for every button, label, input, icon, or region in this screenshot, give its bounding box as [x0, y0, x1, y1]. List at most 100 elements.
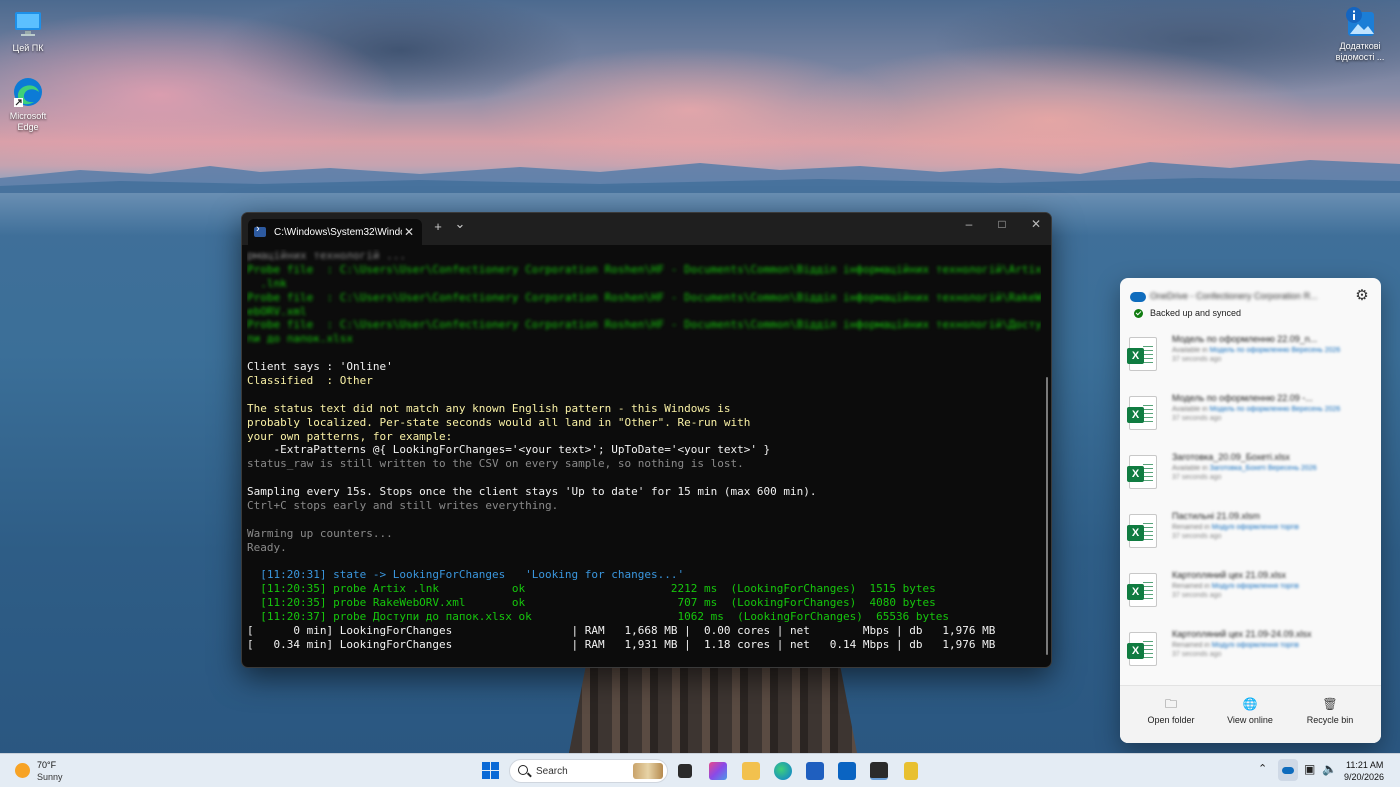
file-action-text: Available in	[1172, 347, 1208, 354]
file-location: Available in Заготовка_Бохеті Вересень 2…	[1172, 465, 1342, 472]
search-icon	[518, 765, 528, 775]
view-online-label: View online	[1227, 715, 1273, 725]
synced-check-icon	[1134, 309, 1143, 318]
onedrive-file-item[interactable]: X Пастильні 21.09.xlsm Renamed in Модулі о…	[1120, 507, 1381, 566]
clock-date[interactable]: 9/20/2026	[1344, 772, 1384, 782]
terminal-titlebar[interactable]: C:\Windows\System32\Windo ✕ + ⌄ – □ ✕	[242, 213, 1051, 245]
terminal-line: [ 0.34 min] LookingForChanges | RAM 1,93…	[247, 637, 996, 651]
file-action-text: Renamed in	[1172, 524, 1210, 531]
terminal-line: рмаційних технологій ...	[247, 249, 406, 262]
onedrive-file-item[interactable]: X Картопляний цех 21.09-24.09.xlsx Renamed…	[1120, 625, 1381, 682]
terminal-line: Warming up counters...	[247, 526, 393, 540]
edge-taskbar-icon[interactable]	[774, 762, 792, 780]
start-button[interactable]	[482, 762, 500, 780]
chevron-up-icon[interactable]: ⌃	[1258, 762, 1267, 775]
terminal-line: .lnk	[247, 276, 287, 290]
terminal-scrollbar[interactable]	[1046, 377, 1048, 655]
onedrive-tray-icon[interactable]	[1278, 759, 1298, 781]
terminal-line: ebORV.xml	[247, 304, 307, 318]
new-tab-button[interactable]: +	[428, 219, 448, 234]
desktop-icon-label: Цей ПК	[12, 43, 44, 53]
file-explorer-icon[interactable]	[742, 762, 760, 780]
maximize-button[interactable]: □	[987, 217, 1017, 231]
onedrive-footer: 🗀 Open folder 🌐 View online 🗑 Recycle bi…	[1120, 685, 1381, 743]
onedrive-file-item[interactable]: X Заготовка_20.09_Бохеті.xlsx Available in…	[1120, 448, 1381, 507]
monitor-icon	[12, 8, 44, 40]
info-icon	[1344, 6, 1376, 38]
onedrive-cloud-icon	[1130, 292, 1146, 302]
taskbar-search[interactable]: Search	[509, 759, 668, 783]
terminal-line: probably localized. Per-state seconds wo…	[247, 415, 751, 429]
file-name: Картопляний цех 21.09-24.09.xlsx	[1172, 629, 1312, 639]
excel-file-icon: X	[1127, 455, 1157, 489]
open-folder-button[interactable]: 🗀 Open folder	[1131, 696, 1211, 725]
desktop-icon-info[interactable]: Додаткові відомості ...	[1332, 6, 1388, 63]
excel-file-icon: X	[1127, 337, 1157, 371]
onedrive-file-item[interactable]: X Модель по оформленню 22.09 -... Availabl…	[1120, 389, 1381, 448]
view-online-button[interactable]: 🌐 View online	[1210, 696, 1290, 725]
volume-icon[interactable]: 🔈	[1322, 762, 1337, 776]
onedrive-flyout: OneDrive - Confectionery Corporation R..…	[1120, 278, 1381, 743]
desktop-icon-this-pc[interactable]: Цей ПК	[0, 8, 56, 54]
file-timestamp: 37 seconds ago	[1172, 415, 1222, 422]
settings-gear-icon[interactable]: ⚙	[1353, 287, 1371, 305]
open-folder-label: Open folder	[1147, 715, 1195, 725]
excel-file-icon: X	[1127, 396, 1157, 430]
terminal-output[interactable]: рмаційних технологій ... Probe file : C:\…	[247, 249, 1041, 663]
file-folder-link[interactable]: Модулі оформлення торгів	[1212, 583, 1299, 590]
tab-dropdown-button[interactable]: ⌄	[450, 216, 470, 232]
lock-app-icon[interactable]	[904, 762, 918, 780]
microsoft-store-icon[interactable]	[806, 762, 824, 780]
task-view-icon[interactable]	[678, 764, 692, 778]
terminal-taskbar-icon[interactable]	[870, 762, 888, 780]
close-window-button[interactable]: ✕	[1021, 217, 1051, 231]
close-tab-icon[interactable]: ✕	[402, 225, 416, 239]
file-folder-link[interactable]: Модель по оформленню Вересень 2026	[1210, 406, 1341, 413]
terminal-line: The status text did not match any known …	[247, 401, 731, 415]
file-location: Renamed in Модулі оформлення торгів	[1172, 583, 1342, 590]
folder-icon: 🗀	[1164, 697, 1177, 711]
file-name: Модель по оформленню 22.09 -...	[1172, 393, 1313, 403]
globe-icon: 🌐	[1242, 697, 1258, 711]
weather-temperature[interactable]: 70°F	[37, 760, 56, 770]
file-name: Картопляний цех 21.09.xlsx	[1172, 570, 1286, 580]
clock-time[interactable]: 11:21 AM	[1346, 760, 1383, 770]
file-folder-link[interactable]: Модулі оформлення торгів	[1212, 642, 1299, 649]
terminal-line: пи до папок.xlsx	[247, 332, 353, 346]
file-location: Available in Модель по оформленню Вересе…	[1172, 406, 1342, 413]
terminal-line: Ready.	[247, 540, 287, 554]
powershell-icon	[254, 223, 266, 237]
taskbar: 70°F Sunny Search ⌃ ▣ 🔈 11:21 AM 9/20/20…	[0, 753, 1400, 787]
file-timestamp: 37 seconds ago	[1172, 592, 1222, 599]
terminal-line: [11:20:35] probe RakeWebORV.xml ok 707 m…	[247, 596, 936, 610]
onedrive-file-item[interactable]: X Картопляний цех 21.09.xlsx Renamed in Мо…	[1120, 566, 1381, 625]
terminal-tab-title: C:\Windows\System32\Windo	[274, 226, 402, 238]
network-icon[interactable]: ▣	[1304, 762, 1315, 776]
outlook-icon[interactable]	[838, 762, 856, 780]
sun-icon[interactable]	[15, 763, 30, 778]
terminal-line: [11:20:35] probe Artix .lnk ok 2212 ms (…	[247, 582, 936, 596]
terminal-line: [11:20:31] state -> LookingForChanges 'L…	[247, 568, 685, 582]
file-folder-link[interactable]: Заготовка_Бохеті Вересень 2026	[1210, 465, 1317, 472]
terminal-tab[interactable]: C:\Windows\System32\Windo ✕	[248, 219, 422, 245]
desktop-icon-edge[interactable]: Microsoft Edge	[0, 76, 56, 133]
sync-status: Backed up and synced	[1150, 308, 1242, 318]
terminal-window[interactable]: C:\Windows\System32\Windo ✕ + ⌄ – □ ✕ рм…	[241, 212, 1052, 668]
file-folder-link[interactable]: Модель по оформленню Вересень 2026	[1210, 347, 1341, 354]
recycle-bin-button[interactable]: 🗑 Recycle bin	[1290, 696, 1370, 725]
weather-condition[interactable]: Sunny	[37, 772, 63, 782]
desktop-icon-label: Додаткові відомості ...	[1335, 41, 1385, 62]
search-placeholder: Search	[536, 766, 568, 777]
minimize-button[interactable]: –	[954, 217, 984, 231]
terminal-line: Client says : 'Online'	[247, 360, 393, 374]
store-app-icon[interactable]	[709, 762, 727, 780]
onedrive-activity-list[interactable]: X Модель по оформленню 22.09_n... Availabl…	[1120, 330, 1381, 682]
file-action-text: Available in	[1172, 406, 1208, 413]
file-folder-link[interactable]: Модулі оформлення торгів	[1212, 524, 1299, 531]
file-action-text: Renamed in	[1172, 642, 1210, 649]
terminal-line: -ExtraPatterns @{ LookingForChanges='<yo…	[247, 443, 771, 457]
onedrive-file-item[interactable]: X Модель по оформленню 22.09_n... Availabl…	[1120, 330, 1381, 389]
file-timestamp: 37 seconds ago	[1172, 356, 1222, 363]
